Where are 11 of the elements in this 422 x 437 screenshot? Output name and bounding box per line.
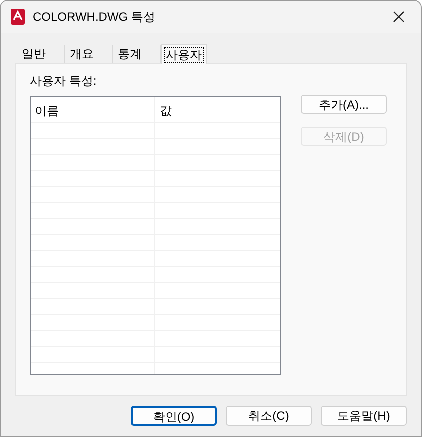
window-title: COLORWH.DWG 특성 [33, 9, 156, 26]
section-label: 사용자 특성: [30, 73, 98, 90]
tab[interactable]: 사용자 [161, 44, 207, 64]
side-button[interactable]: 추가(A)... [301, 95, 387, 114]
app-logo-icon [11, 9, 25, 25]
column-header[interactable]: 이름 [31, 97, 155, 122]
dialog-button[interactable]: 취소(C) [226, 406, 312, 426]
column-header[interactable]: 값 [155, 97, 280, 122]
dialog-button[interactable]: 확인(O) [131, 406, 217, 426]
close-icon [393, 11, 405, 23]
dialog-button[interactable]: 도움말(H) [321, 406, 407, 426]
